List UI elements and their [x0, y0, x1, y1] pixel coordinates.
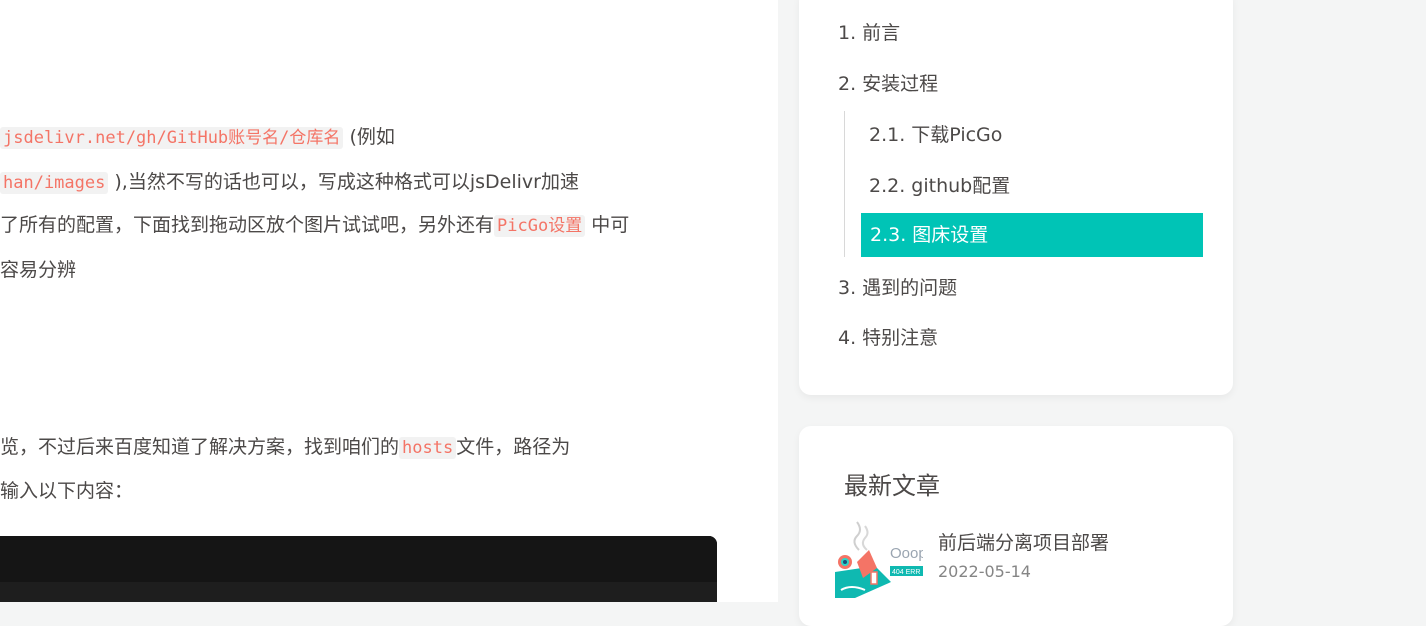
article-text: (例如 — [343, 126, 395, 148]
thumb-badge: 404 ERR — [892, 569, 920, 576]
article-line: han/images ),当然不写的话也可以，写成这种格式可以jsDelivr加… — [0, 168, 579, 197]
toc-item-github-config[interactable]: 2.2. github配置 — [869, 164, 1010, 208]
article-text: 文件，路径为 — [456, 436, 571, 458]
recent-post-title-link[interactable]: 前后端分离项目部署 — [938, 528, 1109, 555]
code-block-header — [0, 536, 717, 582]
article-text: 览，不过后来百度知道了解决方案，找到咱们的 — [0, 436, 400, 458]
recent-posts-card: 最新文章 Ooop 404 ERR 前后端分离项目部署 2022-05-14 — [799, 426, 1233, 626]
thumb-text: Ooop — [890, 545, 923, 562]
article-text: 容易分辨 — [0, 259, 77, 281]
post-thumbnail[interactable]: Ooop 404 ERR — [835, 520, 923, 598]
toc-item-issues[interactable]: 3. 遇到的问题 — [838, 266, 957, 310]
article-content: jsdelivr.net/gh/GitHub账号名/仓库名 (例如 han/im… — [0, 0, 778, 602]
article-text: 中可 — [585, 214, 630, 236]
toc-item-download-picgo[interactable]: 2.1. 下载PicGo — [869, 113, 1002, 157]
toc-item-preface[interactable]: 1. 前言 — [838, 11, 900, 55]
article-line: jsdelivr.net/gh/GitHub账号名/仓库名 (例如 — [0, 123, 395, 152]
inline-code: han/images — [0, 172, 109, 194]
article-line: 容易分辨 — [0, 256, 76, 284]
article-text: 输入以下内容： — [0, 480, 134, 502]
code-block — [0, 536, 717, 602]
inline-code: jsdelivr.net/gh/GitHub账号名/仓库名 — [0, 127, 344, 149]
recent-post-date: 2022-05-14 — [938, 562, 1031, 581]
article-line: 了所有的配置，下面找到拖动区放个图片试试吧，另外还有 PicGo设置 中可 — [0, 211, 629, 240]
inline-code: PicGo设置 — [494, 215, 586, 237]
toc-item-notes[interactable]: 4. 特别注意 — [838, 316, 938, 360]
toc-card: 1. 前言 2. 安装过程 2.1. 下载PicGo 2.2. github配置… — [799, 0, 1233, 395]
inline-code: hosts — [399, 437, 457, 459]
article-text: ),当然不写的话也可以，写成这种格式可以jsDelivr加速 — [108, 171, 579, 193]
article-line: 览，不过后来百度知道了解决方案，找到咱们的 hosts 文件，路径为 — [0, 433, 570, 462]
toc-item-image-host-settings[interactable]: 2.3. 图床设置 — [861, 213, 1203, 257]
toc-item-install[interactable]: 2. 安装过程 — [838, 62, 938, 106]
toc-sub-divider — [844, 111, 845, 257]
error-404-illustration-icon: Ooop 404 ERR — [835, 520, 923, 598]
article-line: 输入以下内容： — [0, 477, 133, 505]
recent-posts-title: 最新文章 — [844, 472, 940, 500]
article-text: 了所有的配置，下面找到拖动区放个图片试试吧，另外还有 — [0, 214, 495, 236]
